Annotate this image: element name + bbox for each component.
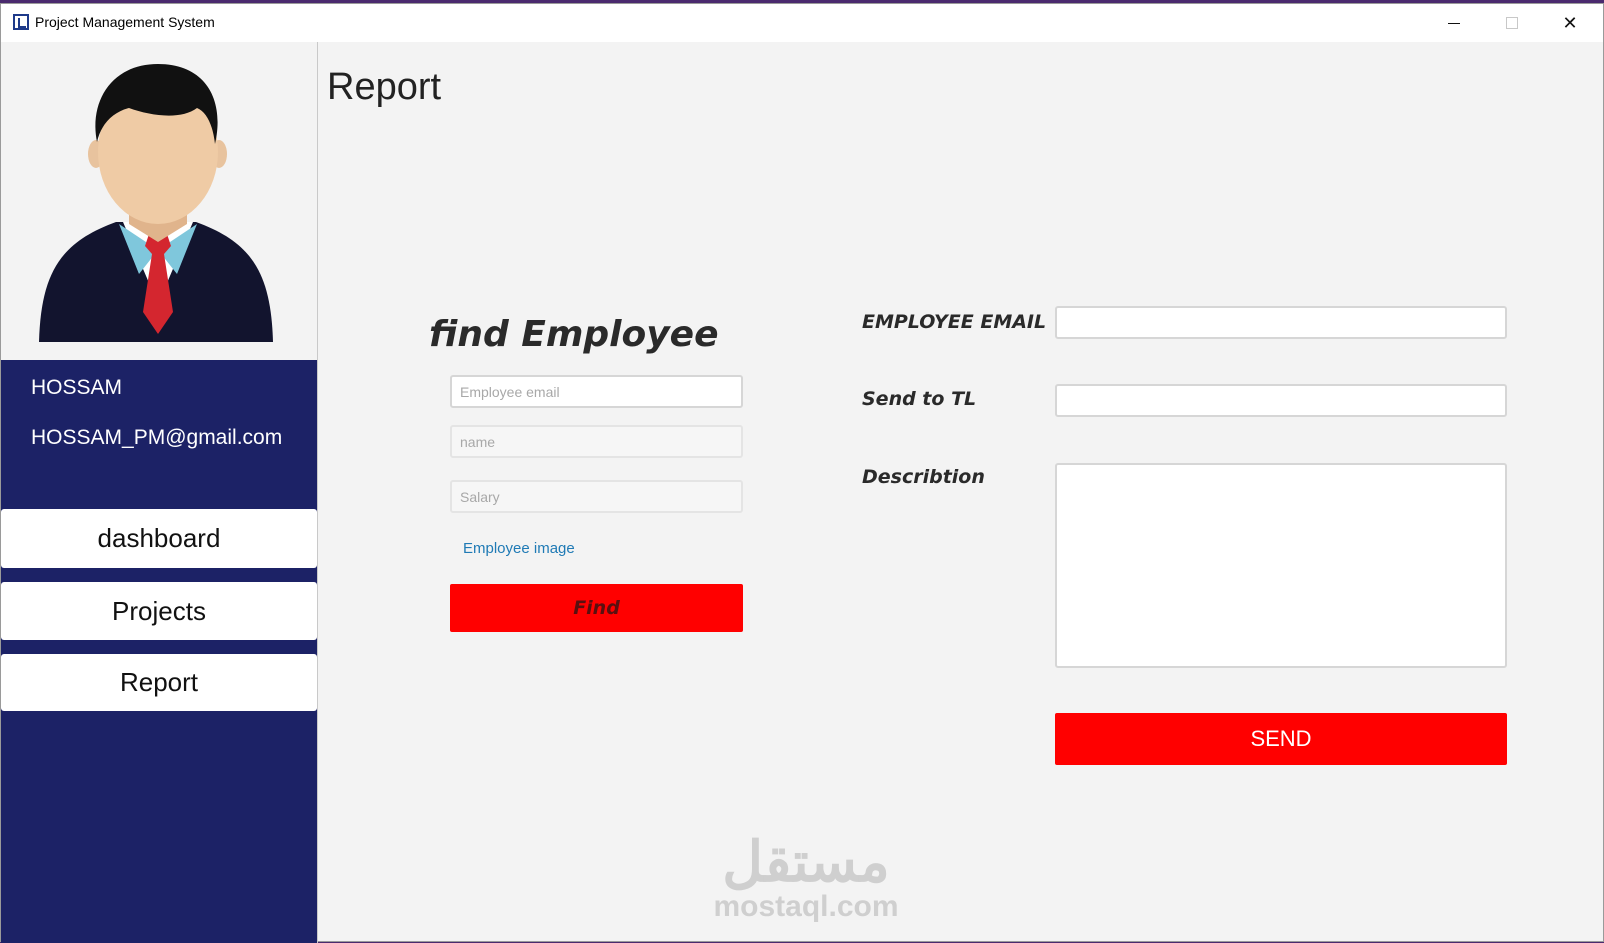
employee-email-label: EMPLOYEE EMAIL [862, 311, 1047, 333]
send-to-tl-label: Send to TL [862, 388, 977, 410]
report-employee-email-input[interactable] [1055, 306, 1507, 339]
page-title: Report [327, 66, 442, 108]
description-textarea[interactable] [1055, 463, 1507, 668]
user-avatar-icon [39, 64, 273, 342]
sidebar-item-dashboard[interactable]: dashboard [1, 509, 317, 568]
maximize-icon[interactable] [1483, 4, 1541, 42]
title-bar: Project Management System ✕ [1, 4, 1603, 42]
watermark-latin: mostaql.com [713, 890, 899, 923]
find-button[interactable]: Find [450, 584, 743, 632]
sidebar: HOSSAM HOSSAM_PM@gmail.com dashboard Pro… [1, 42, 317, 943]
employee-email-input[interactable] [450, 375, 743, 408]
watermark-arabic: مستقل [722, 830, 890, 893]
user-email: HOSSAM_PM@gmail.com [31, 426, 283, 449]
send-to-tl-input[interactable] [1055, 384, 1507, 417]
send-button[interactable]: SEND [1055, 713, 1507, 765]
employee-image-link[interactable]: Employee image [463, 540, 575, 557]
description-label: Describtion [862, 466, 985, 488]
employee-name-field [450, 425, 743, 458]
employee-salary-field [450, 480, 743, 513]
watermark: مستقل mostaql.com [701, 832, 911, 922]
find-employee-heading: find Employee [429, 314, 719, 355]
app-logo-icon [13, 14, 29, 30]
divider [317, 42, 318, 943]
window-title: Project Management System [35, 14, 215, 30]
sidebar-item-report[interactable]: Report [1, 654, 317, 711]
app-window: Project Management System ✕ HOSSAM HOSSA… [0, 3, 1604, 943]
minimize-icon[interactable] [1425, 4, 1483, 42]
close-icon[interactable]: ✕ [1541, 4, 1599, 42]
user-name: HOSSAM [31, 376, 123, 399]
avatar [1, 42, 317, 360]
sidebar-item-projects[interactable]: Projects [1, 582, 317, 640]
